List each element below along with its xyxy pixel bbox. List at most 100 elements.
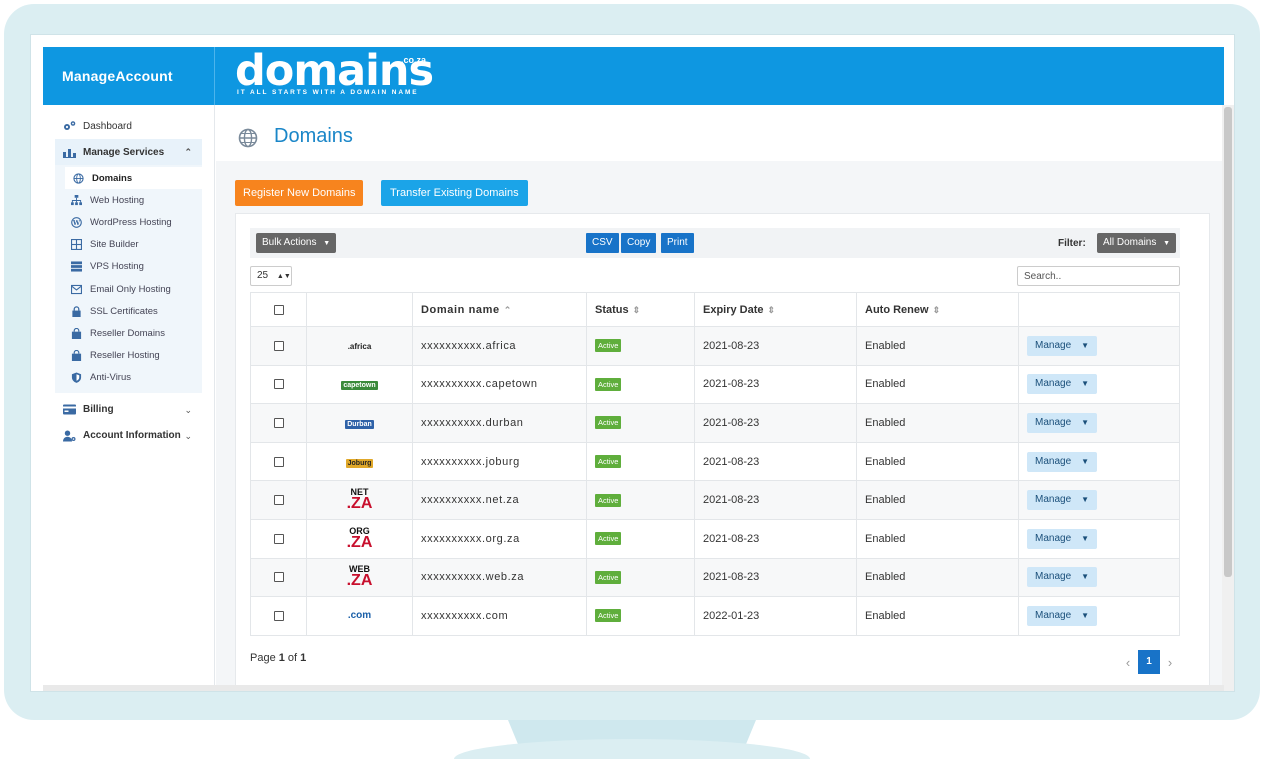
sidebar-item-anti-virus[interactable]: Anti-Virus <box>55 367 202 389</box>
table-row: .com xxxxxxxxxx.com Active 2022-01-23 En… <box>250 596 1180 636</box>
globe-icon <box>72 172 84 184</box>
status-badge: Active <box>595 570 622 584</box>
sidebar-item-label: VPS Hosting <box>90 261 144 273</box>
page-size-select[interactable]: 25 ▲▼ <box>250 266 292 286</box>
domains-logo[interactable]: domains .co.za IT ALL STARTS WITH A DOMA… <box>235 50 434 97</box>
prev-page-icon[interactable]: ‹ <box>1118 655 1138 670</box>
row-checkbox[interactable] <box>273 611 284 622</box>
chevron-down-icon[interactable]: ⌄ <box>184 431 192 442</box>
bulk-actions-dropdown[interactable]: Bulk Actions ▼ <box>256 233 337 253</box>
domains-table-card: Bulk Actions ▼ CSV Copy Print Filter: Al… <box>235 213 1210 691</box>
expiry-date: 2021-08-23 <box>694 557 857 598</box>
chevron-up-icon[interactable]: ⌃ <box>184 147 192 158</box>
sidebar-item-wordpress-hosting[interactable]: W WordPress Hosting <box>55 211 202 233</box>
status-badge: Active <box>595 339 622 353</box>
page-button-current[interactable]: 1 <box>1138 650 1160 674</box>
sidebar-item-email-only-hosting[interactable]: Email Only Hosting <box>55 278 202 300</box>
next-page-icon[interactable]: › <box>1160 655 1180 670</box>
auto-renew: Enabled <box>856 596 1019 636</box>
manage-dropdown[interactable]: Manage ▼ <box>1027 335 1098 356</box>
caret-down-icon: ▼ <box>1081 417 1090 427</box>
row-checkbox[interactable] <box>273 495 284 506</box>
copy-button[interactable]: Copy <box>621 233 657 253</box>
actions-header <box>1018 292 1180 327</box>
manage-dropdown[interactable]: Manage ▼ <box>1027 374 1098 395</box>
domain-name: xxxxxxxxxx.durban <box>412 403 587 443</box>
sidebar-item-label: Account Information <box>83 430 181 442</box>
manage-dropdown[interactable]: Manage ▼ <box>1027 451 1098 472</box>
sidebar-item-reseller-hosting[interactable]: Reseller Hosting <box>55 345 202 367</box>
sidebar-group-manage-services[interactable]: Manage Services ⌃ <box>55 139 202 165</box>
register-new-domains-button[interactable]: Register New Domains <box>235 180 364 206</box>
row-checkbox[interactable] <box>273 340 284 351</box>
sidebar-item-reseller-domains[interactable]: Reseller Domains <box>55 322 202 344</box>
row-checkbox[interactable] <box>273 456 284 467</box>
vertical-scrollbar[interactable] <box>1222 105 1234 691</box>
auto-renew-header[interactable]: Auto Renew ⇕ <box>856 292 1019 327</box>
status-badge: Active <box>595 609 622 623</box>
wordpress-icon: W <box>70 216 82 228</box>
select-all-checkbox[interactable] <box>273 304 284 315</box>
sort-icon: ⇕ <box>932 304 941 315</box>
transfer-existing-domains-button[interactable]: Transfer Existing Domains <box>381 180 528 206</box>
sidebar-item-label: WordPress Hosting <box>90 216 172 228</box>
sidebar-item-label: Reseller Hosting <box>90 350 160 362</box>
manage-dropdown[interactable]: Manage ▼ <box>1027 412 1098 433</box>
manage-dropdown[interactable]: Manage ▼ <box>1027 528 1098 549</box>
manage-dropdown[interactable]: Manage ▼ <box>1027 605 1098 626</box>
status-header[interactable]: Status ⇕ <box>586 292 695 327</box>
sidebar-item-account-information[interactable]: Account Information ⌄ <box>43 423 214 449</box>
manage-label: Manage <box>1035 378 1072 390</box>
row-checkbox[interactable] <box>273 379 284 390</box>
app-name[interactable]: ManageAccount <box>43 47 215 105</box>
logo-tagline: IT ALL STARTS WITH A DOMAIN NAME <box>237 89 419 96</box>
domain-name: xxxxxxxxxx.org.za <box>412 518 587 559</box>
status-badge: Active <box>595 455 622 469</box>
expiry-date-header[interactable]: Expiry Date ⇕ <box>694 292 857 327</box>
sidebar-item-domains[interactable]: Domains <box>65 167 202 190</box>
page-title: Domains <box>274 125 353 147</box>
search-input[interactable] <box>1017 266 1180 286</box>
sidebar-item-dashboard[interactable]: Dashboard <box>43 113 214 139</box>
horizontal-scrollbar[interactable] <box>43 685 1224 691</box>
page-info: Page 1 of 1 <box>250 652 307 664</box>
row-checkbox[interactable] <box>273 533 284 544</box>
table-row: WEB .ZA xxxxxxxxxx.web.za Active 2021-08-… <box>250 557 1180 598</box>
sidebar-item-billing[interactable]: Billing ⌄ <box>43 397 214 423</box>
sidebar-item-label: Domains <box>92 172 133 184</box>
manage-dropdown[interactable]: Manage ▼ <box>1027 567 1098 588</box>
sidebar-item-vps-hosting[interactable]: VPS Hosting <box>55 256 202 278</box>
manage-label: Manage <box>1035 494 1072 506</box>
sidebar-item-label: Reseller Domains <box>90 327 165 339</box>
row-checkbox[interactable] <box>273 572 284 583</box>
scrollbar-thumb[interactable] <box>1224 107 1232 577</box>
status-badge: Active <box>595 532 622 546</box>
row-checkbox[interactable] <box>273 418 284 429</box>
org-za-logo: ORG .ZA <box>346 525 373 551</box>
logo-header <box>306 292 413 327</box>
sort-icon: ⇕ <box>767 304 776 315</box>
top-header: ManageAccount domains .co.za IT ALL STAR… <box>43 47 1224 105</box>
auto-renew: Enabled <box>856 403 1019 443</box>
caret-down-icon: ▼ <box>1163 240 1171 247</box>
filter-dropdown[interactable]: All Domains ▼ <box>1097 233 1177 253</box>
sidebar-item-site-builder[interactable]: Site Builder <box>55 234 202 256</box>
expiry-date: 2021-08-23 <box>694 326 857 366</box>
sidebar-item-label: Anti-Virus <box>90 372 132 384</box>
sidebar-item-ssl-certificates[interactable]: SSL Certificates <box>55 300 202 322</box>
caret-down-icon: ▼ <box>1081 533 1090 543</box>
status-badge: Active <box>595 377 622 391</box>
com-logo: .com <box>347 610 372 622</box>
table-row: Joburg xxxxxxxxxx.joburg Active 2021-08-… <box>250 441 1180 482</box>
domain-name-header[interactable]: Domain name ⌃ <box>412 292 587 327</box>
shopping-bag-icon <box>70 327 82 339</box>
caret-down-icon: ▼ <box>323 240 331 247</box>
manage-label: Manage <box>1035 339 1072 351</box>
domains-table: Domain name ⌃ Status ⇕ Expiry Date ⇕ Auto R… <box>250 292 1180 636</box>
chevron-down-icon[interactable]: ⌄ <box>184 405 192 416</box>
manage-dropdown[interactable]: Manage ▼ <box>1027 490 1098 511</box>
csv-button[interactable]: CSV <box>586 233 619 253</box>
server-icon <box>70 261 82 273</box>
sidebar-item-web-hosting[interactable]: Web Hosting <box>55 189 202 211</box>
print-button[interactable]: Print <box>661 233 694 253</box>
